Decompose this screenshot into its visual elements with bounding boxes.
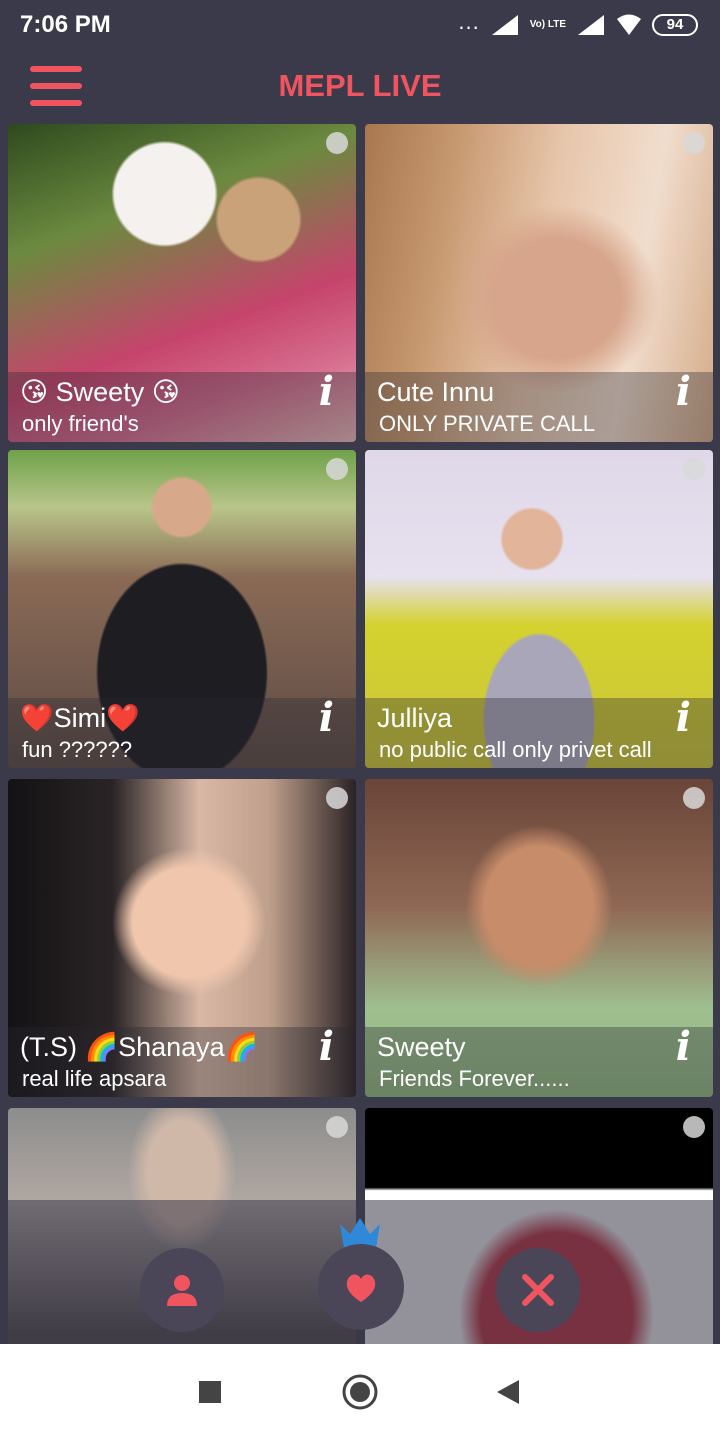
home-circle-icon [342,1374,378,1410]
online-status-dot [326,458,348,480]
card-name: Sweety [377,1032,466,1062]
profile-card[interactable]: 😘 Sweety 😘 only friend's i [8,124,356,442]
status-icons: ... Vo) LTE 94 [458,9,698,40]
card-name: ❤️Simi❤️ [20,703,140,733]
card-caption: ❤️Simi❤️ fun ?????? i [8,698,356,768]
status-bar: 7:06 PM ... Vo) LTE 94 [0,0,720,50]
profile-card[interactable]: (T.S) 🌈Shanaya🌈 real life apsara i [8,779,356,1097]
info-icon[interactable]: i [676,1027,691,1067]
volte-icon: Vo) LTE [529,19,566,30]
more-dots-icon: ... [458,9,480,34]
signal-icon-2 [578,15,604,35]
tools-icon [522,1274,554,1306]
app-bar: MEPL LIVE [0,50,720,122]
online-status-dot [683,458,705,480]
card-caption: Cute Innu ONLY PRIVATE CALL i [365,372,713,442]
heart-icon [346,1274,376,1302]
card-tagline: ONLY PRIVATE CALL [379,411,596,436]
profile-card[interactable]: Sweety Friends Forever...... i [365,779,713,1097]
info-icon[interactable]: i [676,372,691,412]
card-tagline: real life apsara [22,1066,167,1091]
back-button[interactable] [486,1370,530,1414]
system-navigation-bar [0,1344,720,1440]
card-tagline: no public call only privet call [379,737,652,762]
online-status-dot [326,132,348,154]
online-status-dot [683,787,705,809]
card-tagline: Friends Forever...... [379,1066,570,1091]
signal-icon [491,15,518,35]
app-title: MEPL LIVE [278,68,442,103]
online-status-dot [683,1116,705,1138]
battery-icon: 94 [652,14,698,36]
recents-square-icon [199,1381,221,1403]
online-status-dot [683,132,705,154]
profile-card[interactable]: ❤️Simi❤️ fun ?????? i [8,450,356,768]
recents-button[interactable] [188,1370,232,1414]
profile-nav-button[interactable] [140,1248,224,1332]
home-button[interactable] [338,1370,382,1414]
profile-grid: 😘 Sweety 😘 only friend's i Cute Innu ONL… [0,122,720,1344]
app-screen: 7:06 PM ... Vo) LTE 94 MEPL LIVE 😘 Sweet… [0,0,720,1440]
info-icon[interactable]: i [319,372,334,412]
card-caption: 😘 Sweety 😘 only friend's i [8,372,356,442]
wifi-icon [617,14,641,35]
profile-icon [167,1275,197,1306]
info-icon[interactable]: i [319,698,334,738]
card-tagline: fun ?????? [22,737,133,762]
card-name: (T.S) 🌈Shanaya🌈 [20,1032,259,1062]
card-name: 😘 Sweety 😘 [20,377,180,407]
info-icon[interactable]: i [319,1027,334,1067]
favorites-nav-button[interactable] [318,1244,404,1330]
tools-nav-button[interactable] [496,1248,580,1332]
card-caption: Julliya no public call only privet call … [365,698,713,768]
card-caption: Sweety Friends Forever...... i [365,1027,713,1097]
profile-card[interactable]: Cute Innu ONLY PRIVATE CALL i [365,124,713,442]
card-name: Cute Innu [377,377,495,407]
info-icon[interactable]: i [676,698,691,738]
card-caption: (T.S) 🌈Shanaya🌈 real life apsara i [8,1027,356,1097]
status-time: 7:06 PM [20,11,111,38]
online-status-dot [326,787,348,809]
card-tagline: only friend's [22,411,139,436]
back-triangle-icon [497,1380,519,1404]
profile-card[interactable]: Julliya no public call only privet call … [365,450,713,768]
card-name: Julliya [377,703,453,733]
online-status-dot [326,1116,348,1138]
